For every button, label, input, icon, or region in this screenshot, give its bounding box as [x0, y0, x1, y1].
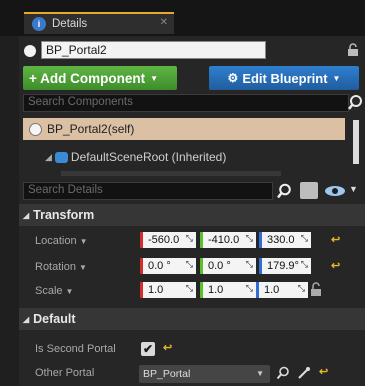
eye-icon[interactable] [324, 185, 346, 197]
reset-to-default-icon[interactable]: ↩ [163, 341, 172, 354]
spin-arrows-icon: ⤡ [300, 233, 308, 243]
is-second-portal-row: Is Second Portal ✔ ↩ [19, 338, 365, 362]
location-z-field[interactable]: 330.0 ⤡ [259, 232, 311, 248]
reset-to-default-icon[interactable]: ↩ [331, 233, 340, 246]
is-second-portal-label: Is Second Portal [35, 343, 116, 355]
chevron-down-icon[interactable]: ▼ [349, 184, 358, 194]
chevron-down-icon: ▼ [256, 369, 264, 378]
actor-icon [29, 122, 42, 136]
lock-icon[interactable] [310, 282, 322, 297]
spin-arrows-icon: ⤡ [185, 259, 193, 269]
spin-arrows-icon: ⤡ [185, 283, 193, 293]
other-portal-value: BP_Portal [143, 368, 191, 380]
search-components-input[interactable]: Search Components [23, 94, 349, 112]
scale-label[interactable]: Scale ▼ [35, 285, 73, 297]
search-icon [348, 95, 362, 110]
edit-blueprint-label: Edit Blueprint [242, 70, 328, 86]
tab-details[interactable]: i Details ✕ [24, 12, 174, 34]
actor-name-row [19, 40, 365, 62]
search-components-placeholder: Search Components [28, 96, 133, 108]
scale-y-field[interactable]: 1.0 ⤡ [200, 282, 256, 298]
tree-scrollbar[interactable] [353, 120, 359, 164]
scene-component-icon [54, 151, 68, 163]
spin-arrows-icon: ⤡ [300, 259, 308, 269]
tree-item-self[interactable]: BP_Portal2(self) [23, 118, 345, 140]
search-icon[interactable] [276, 366, 290, 380]
chevron-down-icon: ▼ [332, 73, 341, 83]
add-component-button[interactable]: + Add Component ▼ [23, 66, 177, 90]
tree-item-label: DefaultSceneRoot (Inherited) [70, 150, 227, 164]
rotation-y-field[interactable]: 0.0 ° ⤡ [200, 258, 256, 274]
actor-name-input[interactable] [41, 41, 266, 59]
collapse-arrow-icon: ◢ [23, 210, 30, 220]
search-details-placeholder: Search Details [28, 184, 103, 196]
scale-row: Scale ▼ 1.0 ⤡ 1.0 ⤡ 1.0 ⤡ [19, 280, 365, 304]
tree-item-default-scene-root[interactable]: ◢ DefaultSceneRoot (Inherited) [45, 150, 226, 164]
is-second-portal-checkbox[interactable]: ✔ [141, 342, 155, 356]
default-title: Default [33, 312, 76, 326]
tab-bar: i Details ✕ [0, 0, 365, 36]
actor-icon [24, 45, 36, 57]
tree-item-clipped [61, 171, 281, 176]
tab-details-label: Details [52, 18, 88, 30]
scale-x-field[interactable]: 1.0 ⤡ [140, 282, 196, 298]
tree-item-self-label: BP_Portal2(self) [47, 122, 135, 136]
details-panel: + Add Component ▼ ⚙ Edit Blueprint ▼ Sea… [19, 36, 365, 386]
rotation-row: Rotation ▼ 0.0 ° ⤡ 0.0 ° ⤡ 179.9° ⤡ ↩ [19, 256, 365, 280]
spin-arrows-icon: ⤡ [185, 233, 193, 243]
location-label[interactable]: Location ▼ [35, 235, 88, 247]
lock-icon[interactable] [347, 43, 359, 57]
spin-arrows-icon: ⤡ [245, 259, 253, 269]
search-details-input[interactable]: Search Details [23, 182, 273, 200]
other-portal-row: Other Portal BP_Portal ▼ ↩ [19, 362, 365, 386]
scale-z-field[interactable]: 1.0 ⤡ [256, 282, 308, 298]
transform-title: Transform [33, 208, 95, 222]
close-icon[interactable]: ✕ [160, 17, 168, 28]
blueprint-gears-icon: ⚙ [227, 71, 239, 85]
edit-blueprint-button[interactable]: ⚙ Edit Blueprint ▼ [209, 66, 359, 90]
location-x-field[interactable]: -560.0 ⤡ [140, 232, 196, 248]
reset-to-default-icon[interactable]: ↩ [319, 365, 328, 378]
expand-arrow-icon[interactable]: ◢ [45, 152, 52, 163]
property-matrix-button[interactable] [300, 182, 318, 199]
other-portal-label: Other Portal [35, 367, 95, 379]
reset-to-default-icon[interactable]: ↩ [331, 259, 340, 272]
spin-arrows-icon: ⤡ [297, 283, 305, 293]
spin-arrows-icon: ⤡ [245, 283, 253, 293]
eyedropper-icon[interactable] [297, 366, 311, 380]
rotation-label[interactable]: Rotation ▼ [35, 261, 87, 273]
collapse-arrow-icon: ◢ [23, 314, 30, 324]
location-y-field[interactable]: -410.0 ⤡ [200, 232, 256, 248]
transform-section-header[interactable]: ◢ Transform [19, 204, 365, 226]
rotation-z-field[interactable]: 179.9° ⤡ [259, 258, 311, 274]
spin-arrows-icon: ⤡ [245, 233, 253, 243]
rotation-x-field[interactable]: 0.0 ° ⤡ [140, 258, 196, 274]
location-row: Location ▼ -560.0 ⤡ -410.0 ⤡ 330.0 ⤡ ↩ [19, 230, 365, 254]
default-section-header[interactable]: ◢ Default [19, 308, 365, 330]
add-component-label: + Add Component [29, 70, 146, 86]
search-icon [277, 183, 291, 199]
details-icon: i [32, 17, 46, 31]
other-portal-dropdown[interactable]: BP_Portal ▼ [139, 365, 270, 383]
chevron-down-icon: ▼ [150, 73, 159, 83]
